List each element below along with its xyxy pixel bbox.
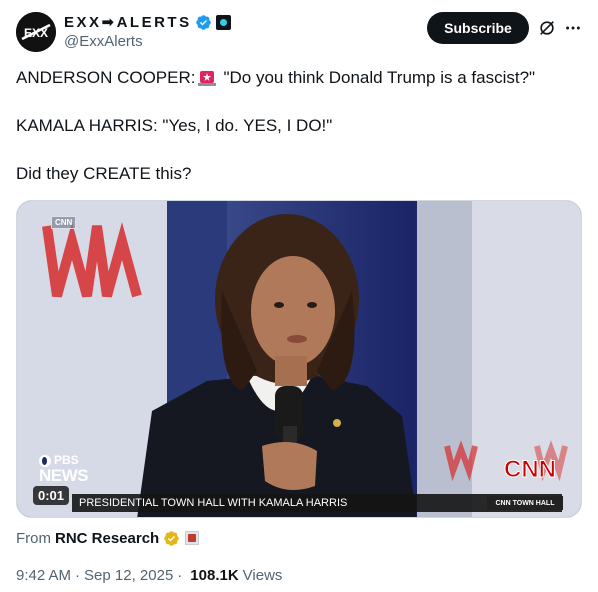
video-time: 0:01 (33, 486, 70, 505)
subscribe-button[interactable]: Subscribe (427, 12, 529, 44)
source-name[interactable]: RNC Research (55, 530, 159, 547)
pbs-news-logo: PBS NEWS (39, 453, 89, 485)
cnn-watermark: CNN (51, 216, 77, 229)
post-time[interactable]: 9:42 AM (16, 567, 71, 584)
siren-emoji-icon (198, 71, 217, 86)
avatar[interactable]: EXX (16, 12, 56, 52)
views-label: Views (242, 566, 283, 584)
handle[interactable]: @ExxAlerts (64, 33, 231, 50)
news-label: NEWS (39, 466, 89, 485)
cnn-bug-text: CNN (504, 456, 556, 483)
display-name[interactable]: EXX➡ALERTS (64, 13, 192, 31)
tweet-text: ANDERSON COOPER: "Do you think Donald Tr… (16, 66, 582, 210)
tweet-line-1: ANDERSON COOPER: "Do you think Donald Tr… (16, 66, 582, 90)
affiliated-org-icon[interactable] (185, 531, 200, 545)
separator-dot: · (177, 566, 183, 584)
author-names: EXX➡ALERTS @ExxAlerts (64, 12, 231, 50)
video-player[interactable]: CNN PBS NEWS CNN 0:01 PRESIDENTIAL TOWN … (16, 200, 582, 518)
pbs-head-icon (39, 454, 51, 467)
from-label: From (16, 529, 51, 547)
tweet-line-2: KAMALA HARRIS: "Yes, I do. YES, I DO!" (16, 116, 333, 135)
separator-dot: · (75, 566, 81, 584)
tweet-header: EXX EXX➡ALERTS @ExxAlerts Subscribe (16, 12, 582, 56)
post-date[interactable]: Sep 12, 2025 (84, 567, 173, 584)
verified-badge-icon[interactable] (195, 14, 212, 31)
grok-icon[interactable] (538, 19, 556, 37)
tweet-meta: 9:42 AM · Sep 12, 2025 · 108.1K Views (16, 565, 282, 585)
avatar-logo-icon: EXX (16, 12, 56, 52)
avatar-text: EXX (24, 26, 48, 40)
chyron-right: CNN TOWN HALL (487, 496, 563, 510)
gold-verified-badge-icon[interactable] (163, 530, 180, 547)
views-count: 108.1K (190, 566, 239, 584)
affiliate-badge-icon[interactable] (215, 14, 231, 30)
source-attribution: From RNC Research (16, 528, 200, 548)
cnn-logo-icon: CNN (504, 456, 557, 484)
tweet-line-3: Did they CREATE this? (16, 164, 192, 183)
tweet-line-1-prefix: ANDERSON COOPER: (16, 68, 196, 87)
more-options-icon[interactable] (564, 19, 582, 37)
video-frame (17, 201, 581, 517)
tweet-line-1-quote: "Do you think Donald Trump is a fascist?… (223, 68, 536, 87)
